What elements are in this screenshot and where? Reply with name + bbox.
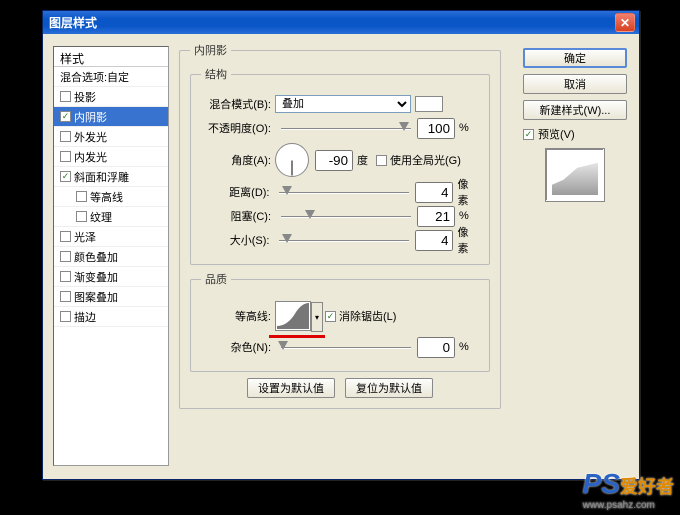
blend-options-row[interactable]: 混合选项:自定	[54, 67, 168, 87]
style-checkbox[interactable]	[60, 271, 71, 282]
style-checkbox[interactable]	[60, 131, 71, 142]
style-label: 纹理	[90, 209, 112, 225]
styles-header: 样式	[54, 47, 168, 67]
blend-mode-select[interactable]: 叠加	[275, 95, 411, 113]
style-label: 内发光	[74, 149, 107, 165]
preview-label: 预览(V)	[538, 126, 575, 142]
structure-legend: 结构	[201, 66, 231, 82]
choke-unit: %	[459, 210, 469, 222]
angle-unit: 度	[357, 152, 368, 168]
style-item-9[interactable]: 渐变叠加	[54, 267, 168, 287]
structure-group: 结构 混合模式(B): 叠加 不透明度(O):	[190, 66, 490, 265]
distance-unit: 像素	[457, 176, 479, 208]
style-item-4[interactable]: 斜面和浮雕	[54, 167, 168, 187]
close-icon[interactable]: ✕	[615, 13, 635, 32]
color-swatch[interactable]	[415, 96, 443, 112]
style-checkbox[interactable]	[60, 171, 71, 182]
effect-title: 内阴影	[190, 42, 231, 58]
angle-input[interactable]	[315, 150, 353, 171]
style-item-2[interactable]: 外发光	[54, 127, 168, 147]
titlebar[interactable]: 图层样式 ✕	[43, 11, 639, 34]
style-label: 外发光	[74, 129, 107, 145]
choke-slider[interactable]	[281, 208, 411, 224]
style-checkbox[interactable]	[76, 211, 87, 222]
effect-settings-panel: 内阴影 结构 混合模式(B): 叠加 不透明度(O):	[179, 42, 501, 470]
style-item-8[interactable]: 颜色叠加	[54, 247, 168, 267]
antialias-label: 消除锯齿(L)	[339, 308, 396, 324]
style-item-11[interactable]: 描边	[54, 307, 168, 327]
opacity-label: 不透明度(O):	[201, 120, 275, 136]
ok-button[interactable]: 确定	[523, 48, 627, 68]
opacity-slider[interactable]	[281, 120, 411, 136]
style-checkbox[interactable]	[76, 191, 87, 202]
size-label: 大小(S):	[201, 232, 273, 248]
style-label: 颜色叠加	[74, 249, 118, 265]
global-light-checkbox[interactable]	[376, 155, 387, 166]
style-label: 内阴影	[74, 109, 107, 125]
style-checkbox[interactable]	[60, 251, 71, 262]
preview-checkbox[interactable]	[523, 129, 534, 140]
angle-label: 角度(A):	[201, 152, 275, 168]
right-button-panel: 确定 取消 新建样式(W)... 预览(V)	[523, 48, 627, 202]
style-checkbox[interactable]	[60, 311, 71, 322]
quality-legend: 品质	[201, 271, 231, 287]
inner-shadow-fieldset: 内阴影 结构 混合模式(B): 叠加 不透明度(O):	[179, 42, 501, 409]
style-item-0[interactable]: 投影	[54, 87, 168, 107]
angle-dial[interactable]	[275, 143, 309, 177]
contour-picker[interactable]: ▾	[275, 301, 311, 331]
cancel-button[interactable]: 取消	[523, 74, 627, 94]
contour-label: 等高线:	[201, 308, 275, 324]
choke-input[interactable]	[417, 206, 455, 227]
style-label: 光泽	[74, 229, 96, 245]
distance-slider[interactable]	[279, 184, 409, 200]
noise-label: 杂色(N):	[201, 339, 275, 355]
blend-mode-label: 混合模式(B):	[201, 96, 275, 112]
choke-label: 阻塞(C):	[201, 208, 275, 224]
style-label: 投影	[74, 89, 96, 105]
opacity-input[interactable]	[417, 118, 455, 139]
style-item-1[interactable]: 内阴影	[54, 107, 168, 127]
noise-unit: %	[459, 341, 469, 353]
distance-label: 距离(D):	[201, 184, 273, 200]
antialias-checkbox[interactable]	[325, 311, 336, 322]
style-label: 斜面和浮雕	[74, 169, 129, 185]
style-checkbox[interactable]	[60, 111, 71, 122]
opacity-unit: %	[459, 122, 469, 134]
size-slider[interactable]	[279, 232, 409, 248]
distance-input[interactable]	[415, 182, 453, 203]
blend-options-label: 混合选项:自定	[60, 69, 129, 85]
style-label: 描边	[74, 309, 96, 325]
style-label: 等高线	[90, 189, 123, 205]
style-checkbox[interactable]	[60, 151, 71, 162]
size-unit: 像素	[457, 224, 479, 256]
new-style-button[interactable]: 新建样式(W)...	[523, 100, 627, 120]
highlight-underline	[269, 335, 325, 338]
preview-thumbnail	[545, 148, 605, 202]
styles-list-panel: 样式 混合选项:自定 投影内阴影外发光内发光斜面和浮雕等高线纹理光泽颜色叠加渐变…	[53, 46, 169, 466]
watermark: PS爱好者 www.psahz.com	[583, 468, 674, 511]
reset-default-button[interactable]: 复位为默认值	[345, 378, 433, 398]
style-checkbox[interactable]	[60, 231, 71, 242]
chevron-down-icon[interactable]: ▾	[311, 302, 323, 332]
style-checkbox[interactable]	[60, 291, 71, 302]
size-input[interactable]	[415, 230, 453, 251]
style-label: 图案叠加	[74, 289, 118, 305]
dialog-body: 样式 混合选项:自定 投影内阴影外发光内发光斜面和浮雕等高线纹理光泽颜色叠加渐变…	[43, 34, 639, 479]
style-item-5[interactable]: 等高线	[54, 187, 168, 207]
layer-style-dialog: 图层样式 ✕ 样式 混合选项:自定 投影内阴影外发光内发光斜面和浮雕等高线纹理光…	[42, 10, 640, 480]
window-title: 图层样式	[49, 14, 97, 31]
global-light-label: 使用全局光(G)	[390, 152, 461, 168]
set-default-button[interactable]: 设置为默认值	[247, 378, 335, 398]
quality-group: 品质 等高线: ▾ 消除锯齿(L) 杂色(N):	[190, 271, 490, 372]
style-checkbox[interactable]	[60, 91, 71, 102]
noise-input[interactable]	[417, 337, 455, 358]
style-item-3[interactable]: 内发光	[54, 147, 168, 167]
style-item-7[interactable]: 光泽	[54, 227, 168, 247]
noise-slider[interactable]	[281, 339, 411, 355]
style-item-6[interactable]: 纹理	[54, 207, 168, 227]
style-item-10[interactable]: 图案叠加	[54, 287, 168, 307]
style-label: 渐变叠加	[74, 269, 118, 285]
